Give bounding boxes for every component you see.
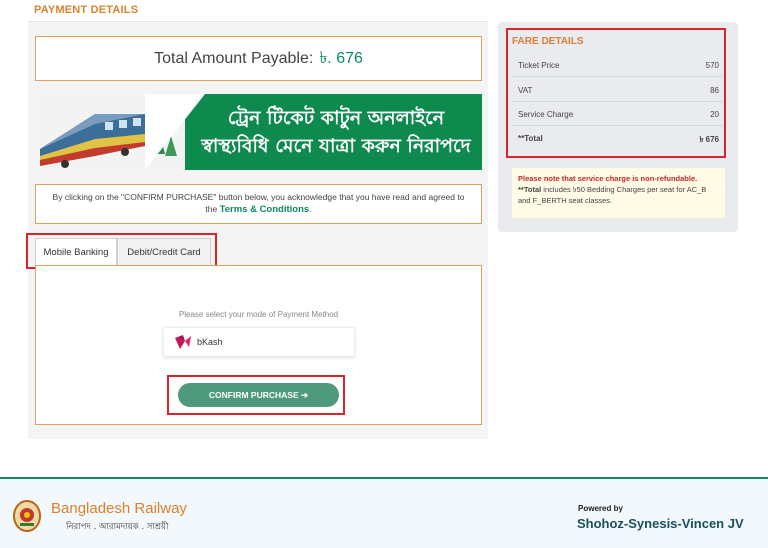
- bedding-note: **Total includes ৳50 Bedding Charges per…: [518, 184, 719, 206]
- fare-row-vat: VAT 86: [518, 86, 719, 95]
- fare-row-label: Ticket Price: [518, 61, 560, 70]
- total-amount-value: ৳. 676: [319, 50, 363, 67]
- fare-row-value: 570: [705, 61, 719, 70]
- payment-page: PAYMENT DETAILS Total Amount Payable: ৳.…: [0, 0, 768, 548]
- org-name: Bangladesh Railway: [51, 500, 187, 517]
- fare-row-ticket-price: Ticket Price 570: [518, 61, 719, 70]
- payment-method-hint: Please select your mode of Payment Metho…: [178, 310, 339, 319]
- note-text: includes ৳50 Bedding Charges per seat fo…: [518, 185, 707, 205]
- org-tagline: নিরাপদ . আরামদায়ক . সাশ্রয়ী: [66, 522, 169, 532]
- tab-debit-credit-card[interactable]: Debit/Credit Card: [117, 238, 211, 266]
- promo-banner: ট্রেন টিকেট কাটুন অনলাইনে স্বাস্থ্যবিধি …: [35, 94, 482, 170]
- fare-row-value: 86: [710, 86, 719, 95]
- tab-mobile-banking[interactable]: Mobile Banking: [35, 238, 117, 266]
- total-amount-label: Total Amount Payable:: [154, 49, 314, 67]
- fare-row-value: 20: [710, 110, 719, 119]
- bkash-label: bKash: [197, 337, 223, 347]
- bangladesh-railway-logo-icon: [13, 500, 41, 532]
- fare-total-label: **Total: [518, 134, 543, 143]
- fare-divider: [512, 76, 723, 77]
- bkash-option[interactable]: bKash: [163, 327, 355, 357]
- terms-notice: By clicking on the "CONFIRM PURCHASE" bu…: [35, 184, 482, 224]
- fare-row-label: Service Charge: [518, 110, 574, 119]
- bkash-icon: [175, 335, 191, 349]
- total-amount-box: Total Amount Payable: ৳. 676: [35, 36, 482, 81]
- fare-total-value: ৳ 676: [699, 135, 719, 144]
- fare-divider: [512, 101, 723, 102]
- note-total-prefix: **Total: [518, 185, 542, 194]
- confirm-purchase-button[interactable]: CONFIRM PURCHASE ➔: [178, 383, 339, 407]
- fare-details-title: FARE DETAILS: [512, 36, 584, 47]
- terms-link[interactable]: Terms & Conditions: [220, 204, 310, 215]
- payment-details-title: PAYMENT DETAILS: [34, 4, 139, 16]
- terms-period: .: [309, 204, 312, 214]
- fare-row-total: **Total ৳ 676: [518, 134, 719, 147]
- banner-line-1: ট্রেন টিকেট কাটুন অনলাইনে: [227, 107, 445, 129]
- refund-warning: Please note that service charge is non-r…: [518, 174, 698, 183]
- partner-name: Shohoz-Synesis-Vincen JV: [577, 516, 744, 531]
- payment-details-header: PAYMENT DETAILS: [28, 0, 488, 22]
- fare-row-service-charge: Service Charge 20: [518, 110, 719, 119]
- banner-text: ট্রেন টিকেট কাটুন অনলাইনে স্বাস্থ্যবিধি …: [195, 104, 477, 160]
- fare-note: Please note that service charge is non-r…: [512, 168, 725, 218]
- banner-line-2: স্বাস্থ্যবিধি মেনে যাত্রা করুন নিরাপদে: [201, 135, 471, 157]
- powered-by-label: Powered by: [578, 504, 623, 513]
- fare-row-label: VAT: [518, 86, 533, 95]
- fare-divider: [512, 125, 723, 126]
